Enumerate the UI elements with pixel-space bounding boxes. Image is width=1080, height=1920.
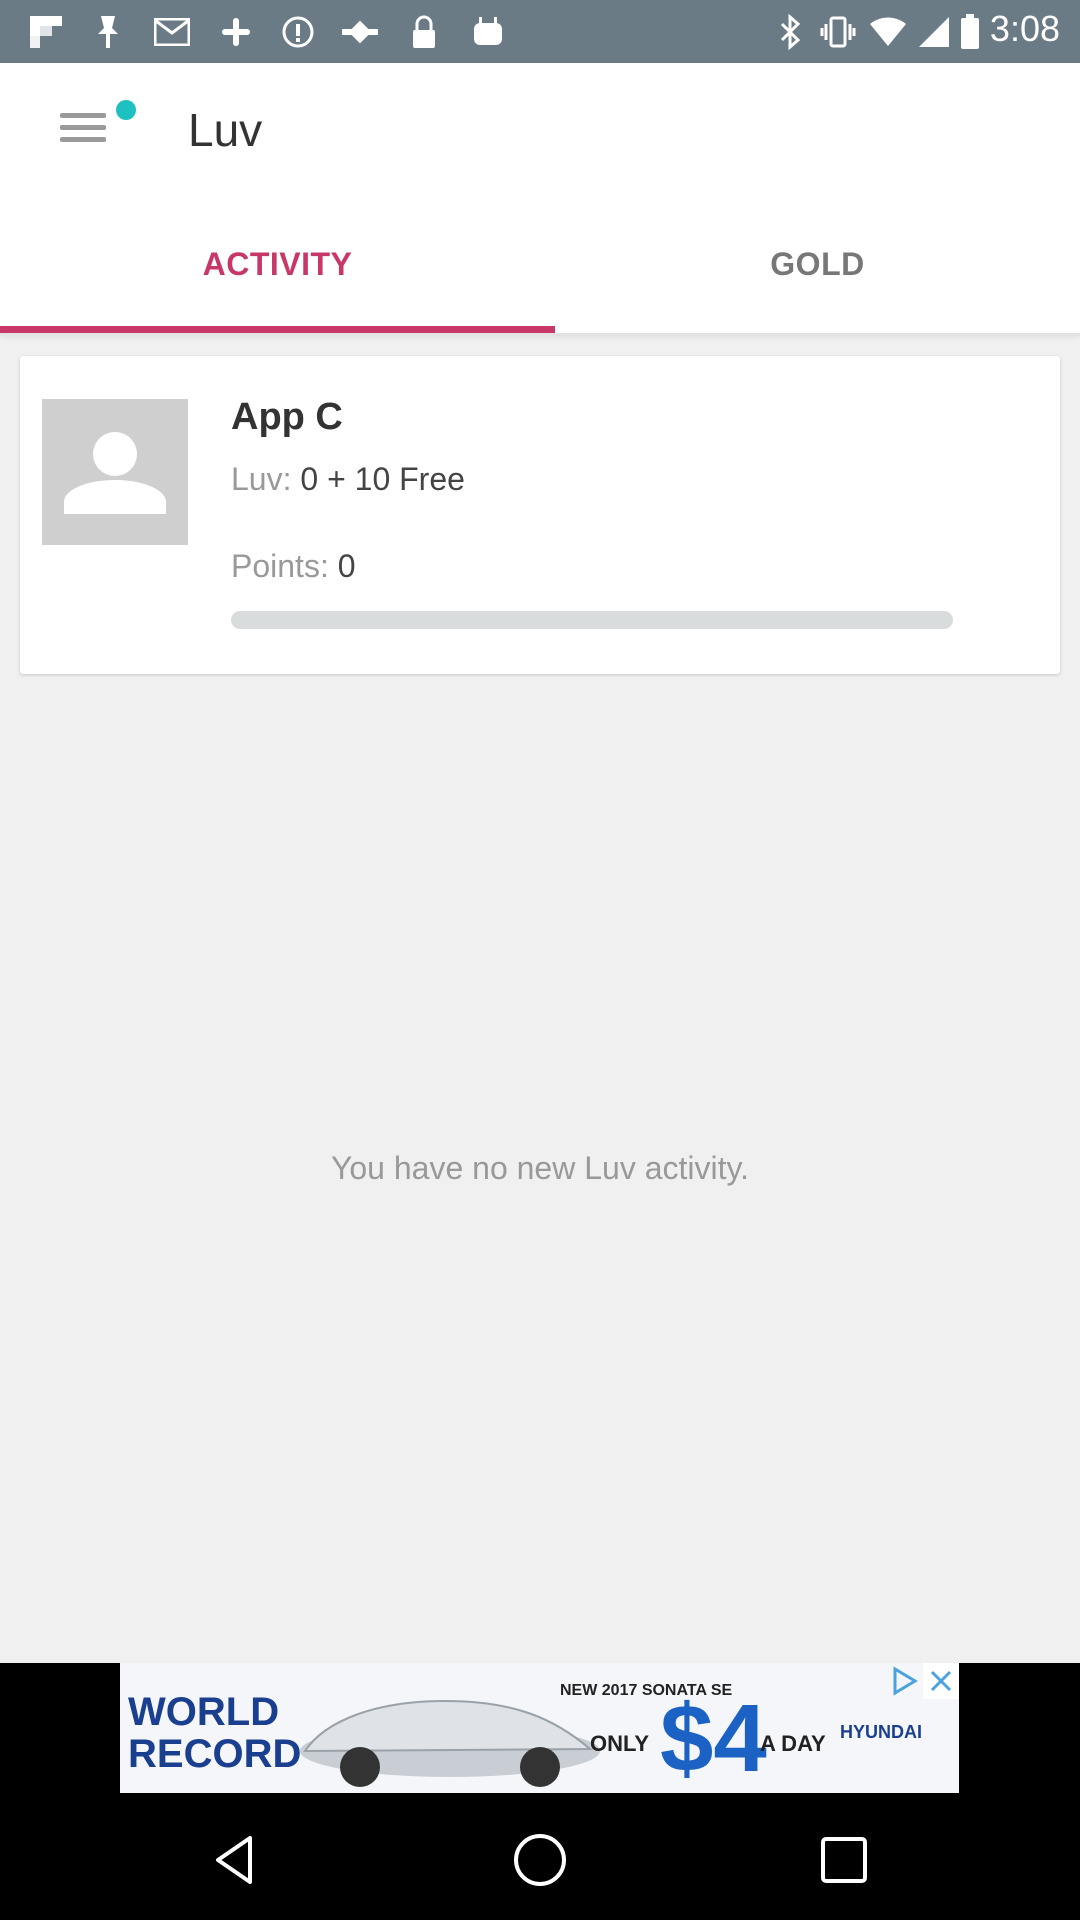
profile-name: App C (231, 396, 343, 438)
avatar[interactable] (42, 399, 188, 545)
points-progress-bar (231, 611, 953, 629)
lock-icon (404, 12, 444, 52)
ad-text-world: WORLD (128, 1690, 279, 1734)
empty-activity-message: You have no new Luv activity. (330, 1150, 750, 1186)
back-icon[interactable] (206, 1830, 266, 1890)
ad-text-day: A DAY (760, 1731, 826, 1756)
fake-gps-icon (340, 12, 380, 52)
pin-icon (88, 12, 128, 52)
ad-close-icon[interactable] (923, 1663, 959, 1699)
points-value: 0 (337, 548, 356, 584)
luv-balance: Luv: 0 + 10 Free (231, 461, 465, 498)
ad-text-brand: HYUNDAI (840, 1722, 922, 1742)
ad-image: WORLD RECORD NEW 2017 SONATA SE $4 ONLY … (120, 1663, 959, 1793)
hamburger-icon-line (60, 125, 106, 130)
notification-dot (116, 100, 136, 120)
home-icon[interactable] (510, 1830, 570, 1890)
ad-text-price: $4 (660, 1685, 767, 1792)
luv-label: Luv: (231, 461, 292, 497)
slack-icon (216, 12, 256, 52)
bluetooth-icon (770, 12, 810, 52)
ad-area: WORLD RECORD NEW 2017 SONATA SE $4 ONLY … (0, 1663, 1080, 1800)
ad-banner[interactable]: WORLD RECORD NEW 2017 SONATA SE $4 ONLY … (120, 1663, 959, 1793)
status-time: 3:08 (989, 8, 1060, 49)
page-title: Luv (188, 104, 263, 156)
flipboard-icon (26, 12, 66, 52)
wifi-icon (868, 12, 908, 52)
tab-activity[interactable]: ACTIVITY (0, 193, 555, 335)
navigation-bar (0, 1800, 1080, 1920)
ad-text-only: ONLY (590, 1731, 649, 1756)
vibrate-icon (818, 12, 858, 52)
profile-card: App C Luv: 0 + 10 Free Points: 0 (20, 356, 1060, 674)
signal-icon (914, 12, 954, 52)
gmail-icon (152, 12, 192, 52)
luv-value: 0 + 10 Free (300, 461, 465, 497)
person-icon (64, 432, 166, 514)
app-bar: Luv (0, 63, 1080, 193)
ad-choices-icon[interactable] (887, 1665, 921, 1697)
ad-text-record: RECORD (128, 1732, 301, 1776)
hamburger-icon (60, 113, 106, 118)
tab-gold[interactable]: GOLD (555, 193, 1080, 335)
battery-icon (950, 12, 990, 52)
points-label: Points: (231, 548, 329, 584)
points: Points: 0 (231, 548, 356, 585)
menu-button[interactable] (58, 100, 136, 153)
info-icon (278, 12, 318, 52)
hamburger-icon-line (60, 137, 106, 142)
status-bar: 3:08 (0, 0, 1080, 63)
tab-bar: ACTIVITY GOLD (0, 193, 1080, 335)
android-icon (468, 12, 508, 52)
tab-indicator (0, 326, 555, 333)
recents-icon[interactable] (814, 1830, 874, 1890)
